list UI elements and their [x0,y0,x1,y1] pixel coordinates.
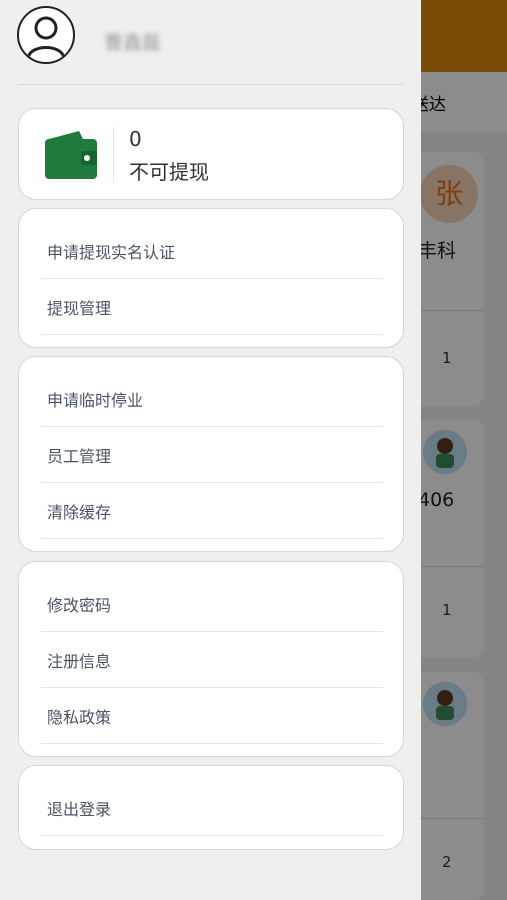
logout-button[interactable]: 退出登录 [41,780,383,836]
menu-item-privacy-policy[interactable]: 隐私政策 [41,688,383,744]
wallet-card[interactable]: 0 不可提现 [18,108,404,200]
wallet-amount: 0 [129,127,142,151]
side-drawer: 曹鑫磊 0 不可提现 申请提现实名认证 提现管理 申请临时停业 员工管理 清除缓… [0,0,421,900]
menu-item-apply-withdraw-verification[interactable]: 申请提现实名认证 [41,223,383,279]
wallet-withdraw-status: 不可提现 [129,160,209,184]
wallet-icon [41,125,97,181]
menu-group-store: 申请临时停业 员工管理 清除缓存 [18,356,404,552]
menu-item-temporary-closure[interactable]: 申请临时停业 [41,371,383,427]
menu-item-withdraw-management[interactable]: 提现管理 [41,279,383,335]
menu-item-registration-info[interactable]: 注册信息 [41,632,383,688]
menu-group-logout: 退出登录 [18,765,404,850]
user-avatar-icon[interactable] [17,6,75,64]
menu-group-account: 修改密码 注册信息 隐私政策 [18,561,404,757]
menu-item-change-password[interactable]: 修改密码 [41,576,383,632]
header-divider [18,84,404,85]
user-name: 曹鑫磊 [104,32,162,54]
menu-item-clear-cache[interactable]: 清除缓存 [41,483,383,539]
menu-group-withdraw: 申请提现实名认证 提现管理 [18,208,404,348]
wallet-separator [113,127,114,183]
menu-item-staff-management[interactable]: 员工管理 [41,427,383,483]
